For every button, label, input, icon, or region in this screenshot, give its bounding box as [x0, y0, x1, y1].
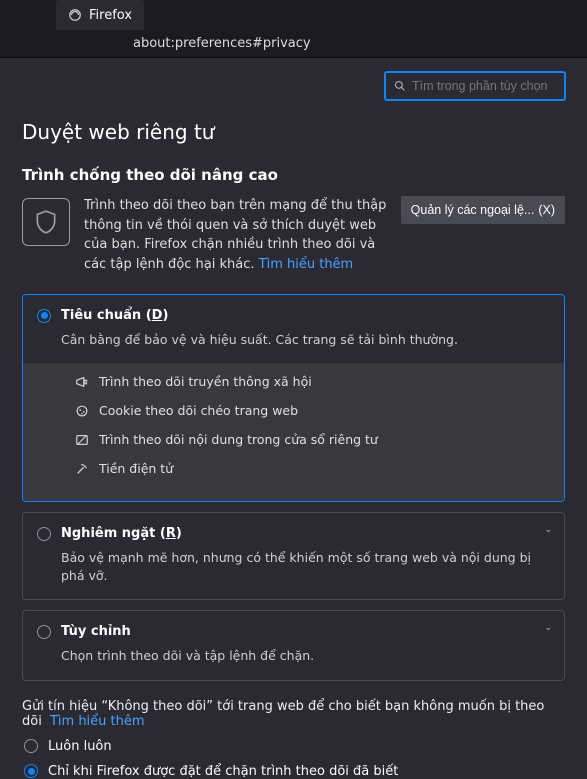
- chevron-down-icon[interactable]: ⌄: [544, 525, 552, 535]
- etp-description: Trình theo dõi theo bạn trên mạng để thu…: [84, 196, 387, 274]
- cookie-icon: [75, 404, 89, 418]
- radio-dnt-only-when[interactable]: [24, 764, 38, 778]
- option-standard-body: Trình theo dõi truyền thông xã hội Cooki…: [23, 363, 564, 501]
- shield-icon: [22, 198, 70, 246]
- search-input[interactable]: [412, 79, 556, 93]
- chevron-down-icon[interactable]: ⌄: [544, 623, 552, 633]
- dnt-option-always[interactable]: Luôn luôn: [24, 739, 565, 754]
- option-custom: ⌄ Tùy chỉnh Chọn trình theo dõi và tập l…: [22, 610, 565, 680]
- option-strict-header[interactable]: Nghiêm ngặt (R): [23, 513, 564, 549]
- tab-strip: Firefox: [0, 0, 587, 30]
- url-bar[interactable]: about:preferences#privacy: [0, 30, 587, 58]
- option-standard-title: Tiêu chuẩn (D): [61, 308, 168, 323]
- option-strict-desc: Bảo vệ mạnh mẽ hơn, nhưng có thể khiến m…: [23, 549, 564, 599]
- preferences-content: Duyệt web riêng tư Trình chống theo dõi …: [0, 58, 587, 779]
- option-standard: Tiêu chuẩn (D) Cân bằng để bảo vệ và hiệ…: [22, 294, 565, 502]
- url-text: about:preferences#privacy: [133, 36, 311, 51]
- option-custom-header[interactable]: Tùy chỉnh: [23, 611, 564, 647]
- window-blocked-icon: [75, 433, 89, 447]
- search-icon: [394, 80, 406, 92]
- dnt-learn-more-link[interactable]: Tìm hiểu thêm: [50, 714, 145, 729]
- search-box[interactable]: [385, 72, 565, 100]
- etp-heading: Trình chống theo dõi nâng cao: [22, 166, 565, 184]
- tab-title: Firefox: [89, 8, 132, 23]
- radio-strict[interactable]: [37, 527, 51, 541]
- radio-standard[interactable]: [37, 309, 51, 323]
- learn-more-link[interactable]: Tìm hiểu thêm: [259, 257, 354, 272]
- option-strict-title: Nghiêm ngặt (R): [61, 526, 182, 541]
- feature-cross-site-cookies: Cookie theo dõi chéo trang web: [23, 396, 564, 425]
- firefox-icon: [68, 8, 82, 22]
- manage-exceptions-button[interactable]: Quản lý các ngoại lệ... (X): [401, 196, 565, 224]
- radio-custom[interactable]: [37, 625, 51, 639]
- megaphone-icon: [75, 375, 89, 389]
- option-standard-header[interactable]: Tiêu chuẩn (D): [23, 295, 564, 331]
- option-strict: ⌄ Nghiêm ngặt (R) Bảo vệ mạnh mẽ hơn, nh…: [22, 512, 565, 600]
- page-heading: Duyệt web riêng tư: [22, 120, 565, 144]
- option-custom-title: Tùy chỉnh: [61, 624, 131, 639]
- feature-social-trackers: Trình theo dõi truyền thông xã hội: [23, 367, 564, 396]
- browser-tab[interactable]: Firefox: [56, 0, 144, 30]
- radio-dnt-always[interactable]: [24, 739, 38, 753]
- feature-private-tracking: Trình theo dõi nội dung trong cửa sổ riê…: [23, 425, 564, 454]
- feature-cryptominers: Tiền điện tử: [23, 454, 564, 483]
- pickaxe-icon: [75, 462, 89, 476]
- dnt-section: Gửi tín hiệu “Không theo dõi” tới trang …: [22, 699, 565, 779]
- option-custom-desc: Chọn trình theo dõi và tập lệnh để chặn.: [23, 647, 564, 679]
- dnt-option-only-when-blocking[interactable]: Chỉ khi Firefox được đặt để chặn trình t…: [24, 764, 565, 779]
- option-standard-desc: Cân bằng để bảo vệ và hiệu suất. Các tra…: [23, 331, 564, 363]
